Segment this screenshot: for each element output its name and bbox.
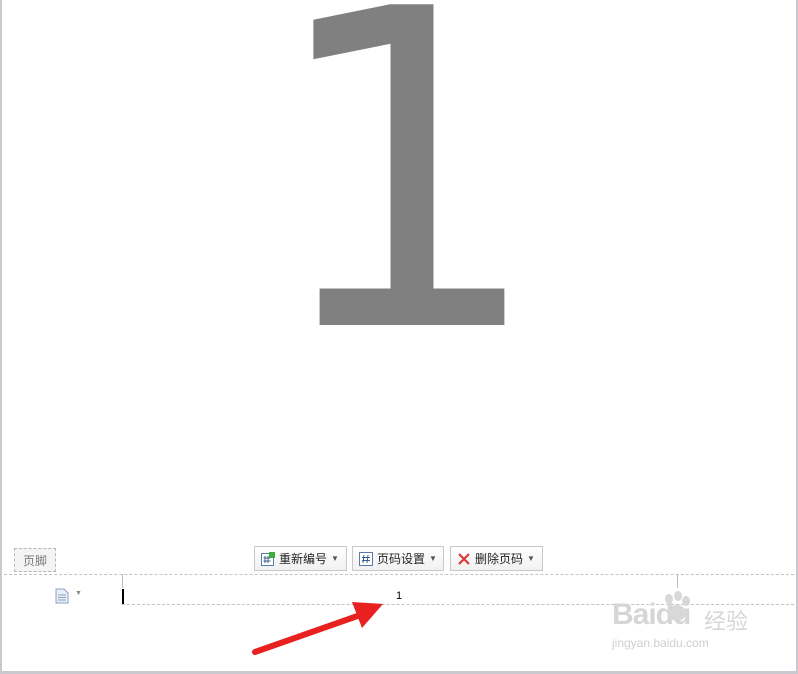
watermark: Baidu 经验 jingyan.baidu.com (612, 590, 762, 660)
chevron-down-icon: ▼ (331, 554, 339, 563)
chevron-down-icon[interactable]: ▼ (75, 590, 82, 597)
document-icon[interactable] (55, 588, 69, 604)
footer-label: 页脚 (14, 548, 56, 572)
page-settings-label: 页码设置 (377, 552, 426, 566)
page-settings-button[interactable]: 页码设置 ▼ (352, 546, 444, 571)
watermark-url: jingyan.baidu.com (612, 636, 709, 650)
delete-page-number-button[interactable]: 删除页码 ▼ (450, 546, 543, 571)
delete-page-number-label: 删除页码 (475, 552, 524, 566)
renumber-label: 重新编号 (279, 552, 328, 566)
footer-page-number[interactable]: 1 (392, 590, 406, 602)
chevron-down-icon: ▼ (527, 554, 535, 563)
margin-marker-left (122, 574, 123, 588)
page-settings-icon (359, 551, 373, 566)
delete-x-icon (457, 552, 471, 566)
renumber-button[interactable]: 重新编号 ▼ (254, 546, 347, 571)
chevron-down-icon: ▼ (429, 554, 437, 563)
large-page-digit: 1 (265, 0, 545, 429)
margin-marker-right (677, 574, 678, 588)
renumber-icon (261, 551, 275, 566)
paw-icon (665, 591, 690, 621)
text-cursor (122, 589, 124, 604)
watermark-service: 经验 (704, 609, 749, 634)
